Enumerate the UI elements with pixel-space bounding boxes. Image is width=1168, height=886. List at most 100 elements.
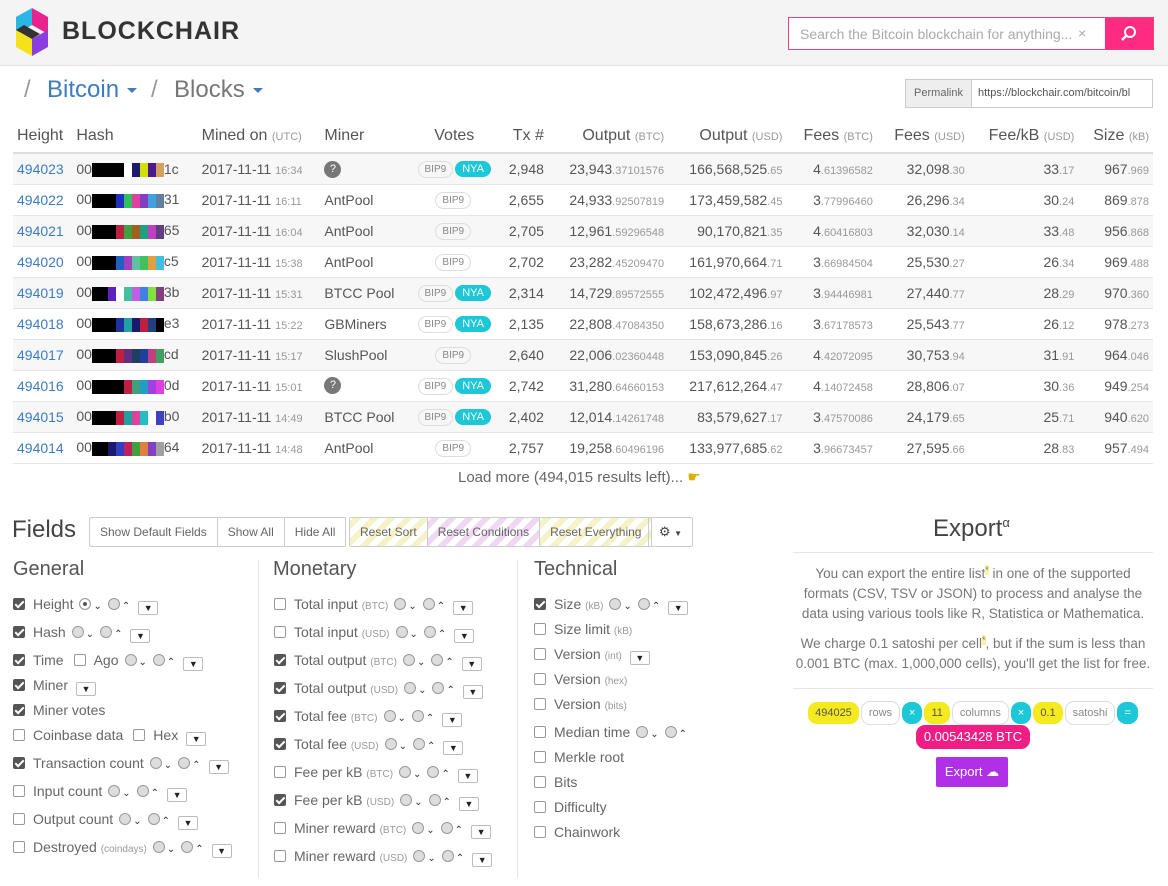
field-checkbox[interactable] [274,682,286,694]
miner-cell[interactable]: AntPool [320,215,407,247]
filter-icon[interactable]: ▼ [76,682,97,696]
breadcrumb-chain-label[interactable]: Bitcoin [47,76,119,103]
sort-asc-radio[interactable] [637,598,650,610]
field-checkbox[interactable] [13,785,25,797]
sort-asc-radio[interactable] [431,654,444,666]
field-option[interactable]: Miner reward (USD) ⌄ ⌃ ▼ [274,847,493,867]
column-header-label[interactable]: Size [1093,127,1129,144]
column-header-label[interactable]: Output [699,127,751,144]
permalink-url[interactable]: https://blockchair.com/bitcoin/bl [978,87,1150,99]
settings-button[interactable]: ⚙ ▼ [648,517,693,547]
sort-desc-radio[interactable] [149,757,162,769]
show-all-button[interactable]: Show All [218,518,285,546]
field-checkbox[interactable] [13,598,25,610]
block-height-link[interactable]: 494022 [17,192,64,208]
field-checkbox[interactable] [274,850,286,862]
search-box[interactable]: Search the Bitcoin blockchain for anythi… [788,17,1154,50]
filter-icon[interactable]: ▼ [183,657,204,671]
sort-desc-radio[interactable] [395,626,408,638]
sort-asc-radio[interactable] [664,726,677,738]
column-header[interactable]: Fees (USD) [876,119,969,154]
miner-cell[interactable]: BTCC Pool [320,277,407,309]
filter-icon[interactable]: ▼ [167,788,188,802]
table-row[interactable]: 494023 00 1c 2017-11-11 16:34? BIP9 NYA 2,948 2… [13,153,1153,185]
permalink[interactable]: Permalink https://blockchair.com/bitcoin… [905,79,1153,108]
filter-icon[interactable]: ▼ [461,657,482,671]
column-header[interactable]: Height [13,119,73,154]
miner-link[interactable]: BTCC Pool [324,285,394,301]
miner-cell[interactable]: SlushPool [320,339,407,371]
field-option[interactable]: Total output (USD) ⌄ ⌃ ▼ [274,679,483,699]
field-option[interactable]: Time Ago ⌄ ⌃ ▼ [13,651,204,671]
field-option[interactable]: Input count ⌄ ⌃ ▼ [13,782,188,802]
field-checkbox[interactable] [274,654,286,666]
field-checkbox[interactable] [13,679,25,691]
block-hash-cell[interactable]: 00 b0 [72,401,198,433]
field-checkbox[interactable] [534,648,546,660]
hide-all-button[interactable]: Hide All [285,518,346,546]
field-checkbox[interactable] [534,623,546,635]
column-header-label[interactable]: Miner [324,127,364,144]
field-option[interactable]: Destroyed (coindays) ⌄ ⌃ ▼ [13,838,232,858]
sort-desc-radio[interactable] [383,710,396,722]
load-more-link[interactable]: Load more (494,015 results left)... ☛ [458,468,701,486]
miner-cell[interactable]: AntPool [320,246,407,278]
block-hash-cell[interactable]: 00 64 [72,432,198,464]
sort-asc-radio[interactable] [136,785,149,797]
breadcrumb-section[interactable]: Blocks [174,76,263,104]
block-height-link[interactable]: 494020 [17,254,64,270]
column-header[interactable]: Tx # [497,119,548,154]
field-option[interactable]: Version (hex) [534,670,627,688]
sort-asc-radio[interactable] [147,813,160,825]
block-hash-cell[interactable]: 00 65 [72,215,198,247]
breadcrumb-chain[interactable]: Bitcoin [47,76,138,104]
sort-desc-radio[interactable] [124,654,137,666]
filter-icon[interactable]: ▼ [138,601,159,615]
field-checkbox[interactable] [534,598,546,610]
sort-desc-radio[interactable] [412,822,425,834]
filter-icon[interactable]: ▼ [472,853,493,867]
field-checkbox[interactable] [274,822,286,834]
field-option[interactable]: Transaction count ⌄ ⌃ ▼ [13,754,229,774]
sort-asc-radio[interactable] [440,822,453,834]
brand-name[interactable]: BLOCKCHAIR [62,17,240,46]
field-option[interactable]: Total input (USD) ⌄ ⌃ ▼ [274,623,475,643]
block-height-link[interactable]: 494014 [17,440,64,456]
show-default-fields-button[interactable]: Show Default Fields [90,518,218,546]
field-checkbox[interactable] [534,673,546,685]
field-checkbox[interactable] [13,729,25,741]
miner-cell[interactable]: AntPool [320,432,407,464]
field-checkbox[interactable] [534,726,546,738]
sort-desc-radio[interactable] [71,626,84,638]
field-option[interactable]: Output count ⌄ ⌃ ▼ [13,810,198,830]
table-row[interactable]: 494017 00 cd 2017-11-11 15:17 SlushPool BIP9 2… [13,339,1153,371]
column-header[interactable]: Hash [72,119,198,154]
chevron-down-icon[interactable] [127,88,138,94]
filter-icon[interactable]: ▼ [457,769,478,783]
miner-link[interactable]: AntPool [324,254,373,270]
sort-asc-radio[interactable] [181,841,194,853]
reset-everything-button[interactable]: Reset Everything [540,518,652,546]
column-header-label[interactable]: Height [17,127,63,144]
ago-checkbox[interactable] [73,654,86,666]
field-option[interactable]: Height ⌄ ⌃ ▼ [13,595,159,615]
column-header-label[interactable]: Hash [76,127,113,144]
column-header[interactable]: Size (kB) [1078,119,1153,154]
miner-link[interactable]: BTCC Pool [324,409,394,425]
column-header-label[interactable]: Output [582,127,634,144]
block-hash-cell[interactable]: 00 0d [72,370,198,402]
hex-checkbox[interactable] [133,729,146,741]
unknown-miner-icon[interactable]: ? [324,160,342,178]
miner-link[interactable]: AntPool [324,192,373,208]
column-header-label[interactable]: Mined on [202,127,272,144]
miner-link[interactable]: AntPool [324,223,373,239]
block-height-link[interactable]: 494021 [17,223,64,239]
field-checkbox[interactable] [13,704,25,716]
filter-icon[interactable]: ▼ [211,844,232,858]
field-checkbox[interactable] [274,766,286,778]
column-header-label[interactable]: Fees [804,127,844,144]
field-option[interactable]: Coinbase data Hex ▼ [13,726,207,746]
sort-desc-radio[interactable] [400,794,413,806]
field-option[interactable]: Size (kB) ⌄ ⌃ ▼ [534,595,689,615]
table-row[interactable]: 494015 00 b0 2017-11-11 14:49 BTCC Pool BIP9 N… [13,401,1153,433]
